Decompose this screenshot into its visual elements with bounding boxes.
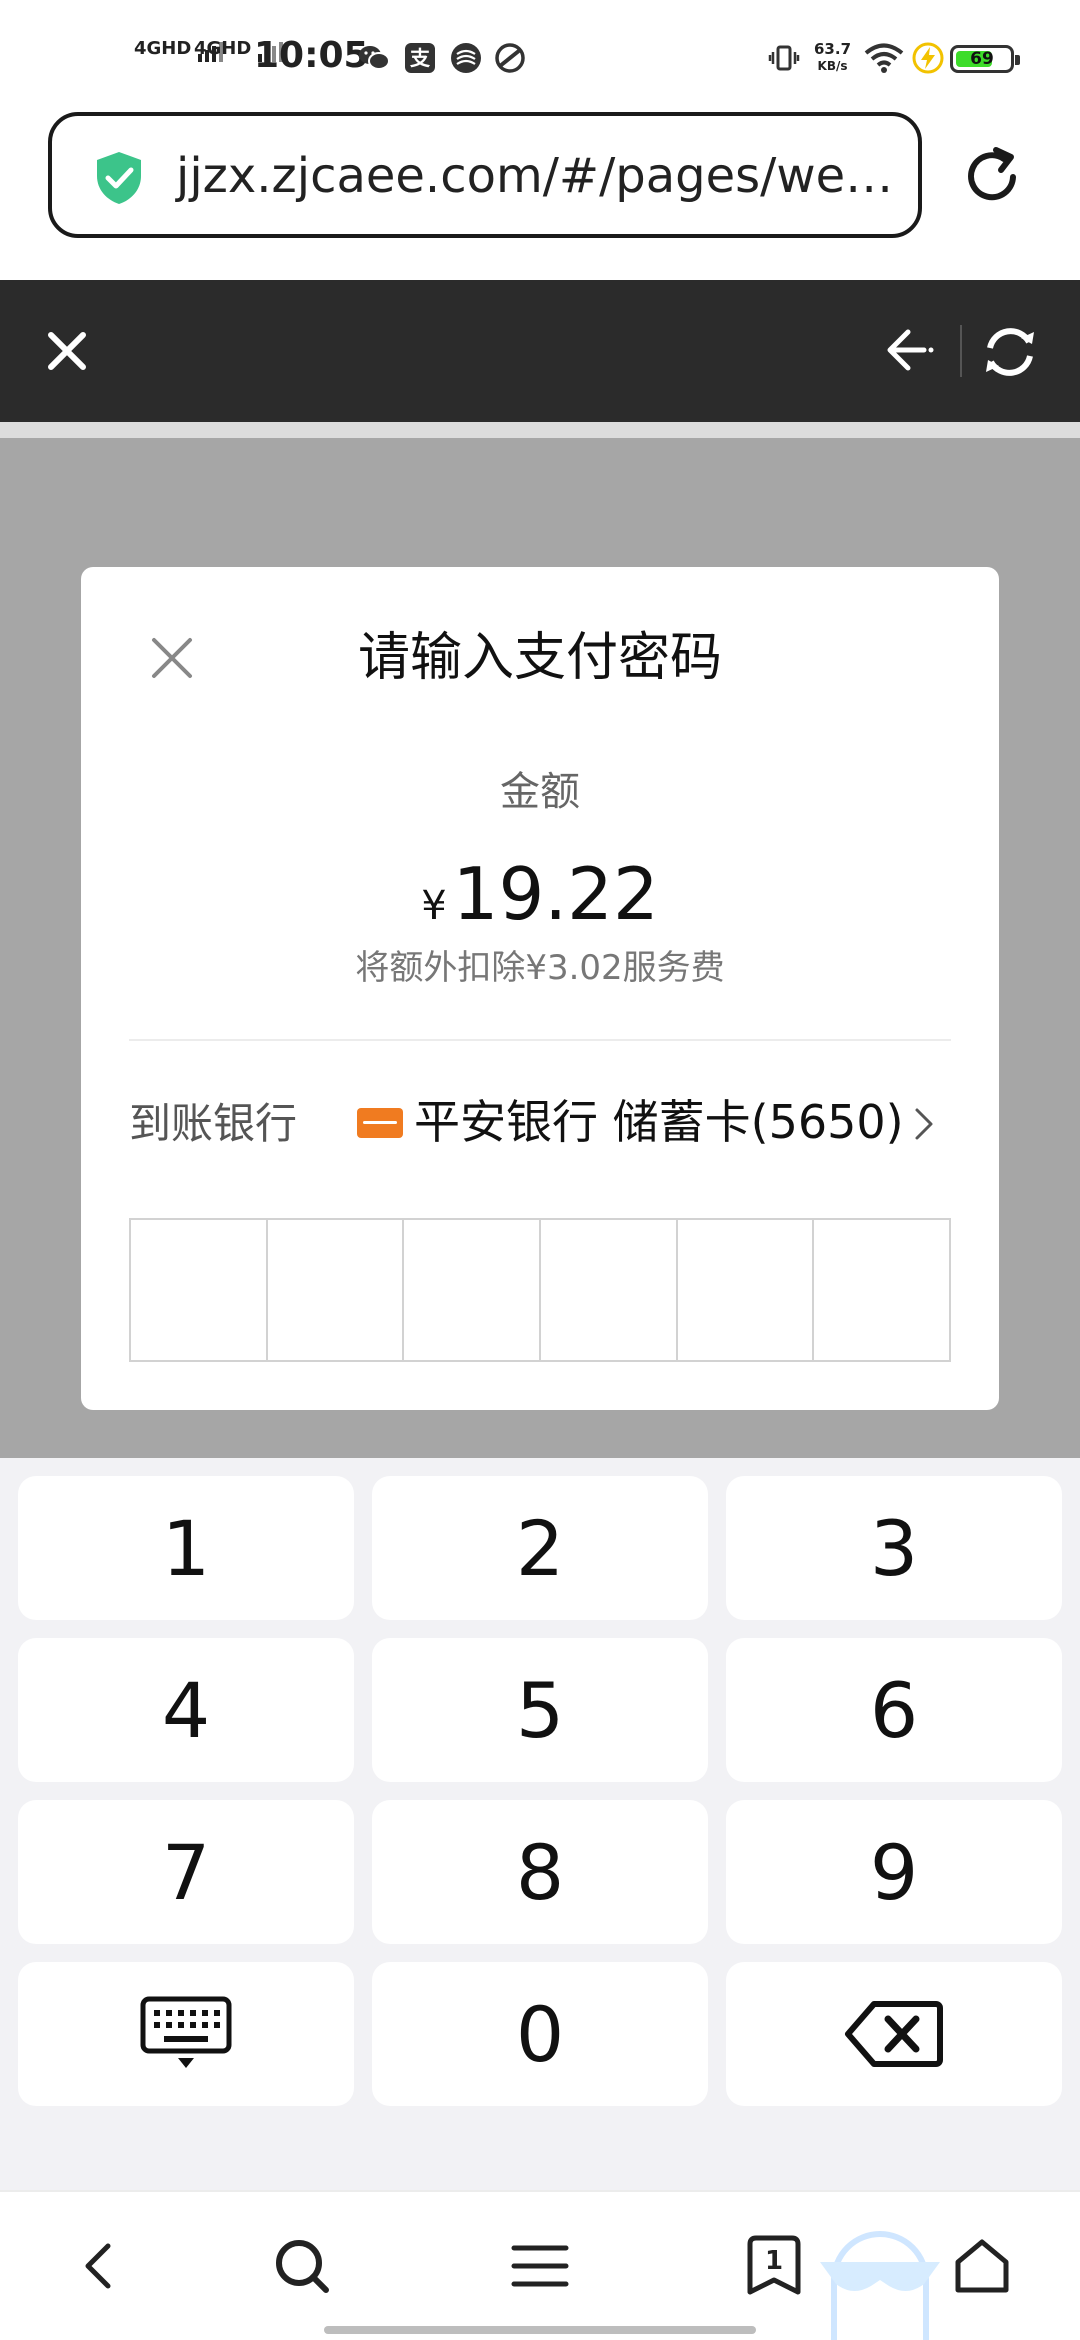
bank-label: 到账银行 bbox=[129, 1099, 298, 1148]
clock: 10:05 bbox=[254, 35, 369, 76]
refresh-icon[interactable] bbox=[980, 322, 1040, 382]
network-speed-value: 63.7 bbox=[814, 40, 852, 58]
svg-text:支: 支 bbox=[410, 46, 431, 70]
search-icon[interactable] bbox=[272, 2236, 332, 2296]
shield-check-icon bbox=[97, 152, 141, 204]
password-digit-box[interactable] bbox=[404, 1220, 542, 1360]
dialog-title: 请输入支付密码 bbox=[357, 628, 722, 688]
assistant-icon[interactable] bbox=[820, 2224, 940, 2340]
key-2[interactable]: 2 bbox=[372, 1476, 708, 1620]
key-4[interactable]: 4 bbox=[18, 1638, 354, 1782]
close-icon[interactable] bbox=[46, 330, 88, 372]
china-mobile-icon bbox=[451, 43, 481, 73]
alipay-icon: 支 bbox=[405, 43, 435, 73]
vibrate-icon bbox=[768, 45, 800, 71]
tab-count: 1 bbox=[764, 2246, 784, 2276]
service-fee-note: 将额外扣除¥3.02服务费 bbox=[355, 948, 725, 988]
network-speed-unit: KB/s bbox=[817, 59, 848, 73]
keyboard-icon bbox=[140, 1996, 232, 2068]
back-icon[interactable] bbox=[70, 2236, 130, 2296]
key-1[interactable]: 1 bbox=[18, 1476, 354, 1620]
password-digit-box[interactable] bbox=[678, 1220, 815, 1360]
amount-label: 金额 bbox=[500, 769, 580, 815]
bank-logo-icon[interactable] bbox=[357, 1108, 403, 1138]
wechat-icon bbox=[359, 46, 390, 70]
password-input[interactable] bbox=[129, 1218, 951, 1362]
toolbar-shadow bbox=[0, 422, 1080, 438]
amount-display: ¥19.22 bbox=[81, 852, 999, 936]
toolbar-divider bbox=[960, 325, 962, 377]
wifi-icon bbox=[864, 43, 904, 73]
backspace-icon bbox=[845, 2001, 943, 2067]
url-text[interactable]: jjzx.zjcaee.com/#/pages/we… bbox=[176, 148, 893, 204]
battery-indicator: 69 bbox=[950, 45, 1020, 73]
currency-symbol: ¥ bbox=[421, 883, 447, 929]
key-7[interactable]: 7 bbox=[18, 1800, 354, 1944]
home-indicator[interactable] bbox=[324, 2326, 756, 2334]
chevron-right-icon[interactable] bbox=[912, 1106, 936, 1142]
key-9[interactable]: 9 bbox=[726, 1800, 1062, 1944]
dialog-divider bbox=[129, 1039, 951, 1041]
key-6[interactable]: 6 bbox=[726, 1638, 1062, 1782]
back-arrow-icon[interactable] bbox=[884, 326, 936, 374]
signal-label-2: 4GHD bbox=[194, 38, 252, 59]
password-digit-box[interactable] bbox=[131, 1220, 268, 1360]
menu-icon[interactable] bbox=[510, 2236, 570, 2296]
app-icon bbox=[495, 43, 525, 73]
key-8[interactable]: 8 bbox=[372, 1800, 708, 1944]
battery-nub bbox=[1015, 55, 1020, 65]
charging-icon bbox=[912, 42, 944, 74]
key-5[interactable]: 5 bbox=[372, 1638, 708, 1782]
password-digit-box[interactable] bbox=[541, 1220, 678, 1360]
hide-keyboard-key[interactable] bbox=[18, 1962, 354, 2106]
password-digit-box[interactable] bbox=[268, 1220, 405, 1360]
amount-value: 19.22 bbox=[452, 852, 659, 936]
network-speed: 63.7 KB/s bbox=[814, 42, 851, 74]
backspace-key[interactable] bbox=[726, 1962, 1062, 2106]
battery-level: 69 bbox=[970, 49, 994, 69]
reload-icon[interactable] bbox=[964, 144, 1022, 206]
bank-card-selector[interactable]: 平安银行 储蓄卡(5650) bbox=[414, 1092, 904, 1152]
password-digit-box[interactable] bbox=[814, 1220, 949, 1360]
key-0[interactable]: 0 bbox=[372, 1962, 708, 2106]
signal-label-1: 4GHD bbox=[134, 38, 192, 59]
tabs-button[interactable]: 1 bbox=[742, 2232, 806, 2300]
home-icon[interactable] bbox=[952, 2236, 1012, 2296]
key-3[interactable]: 3 bbox=[726, 1476, 1062, 1620]
